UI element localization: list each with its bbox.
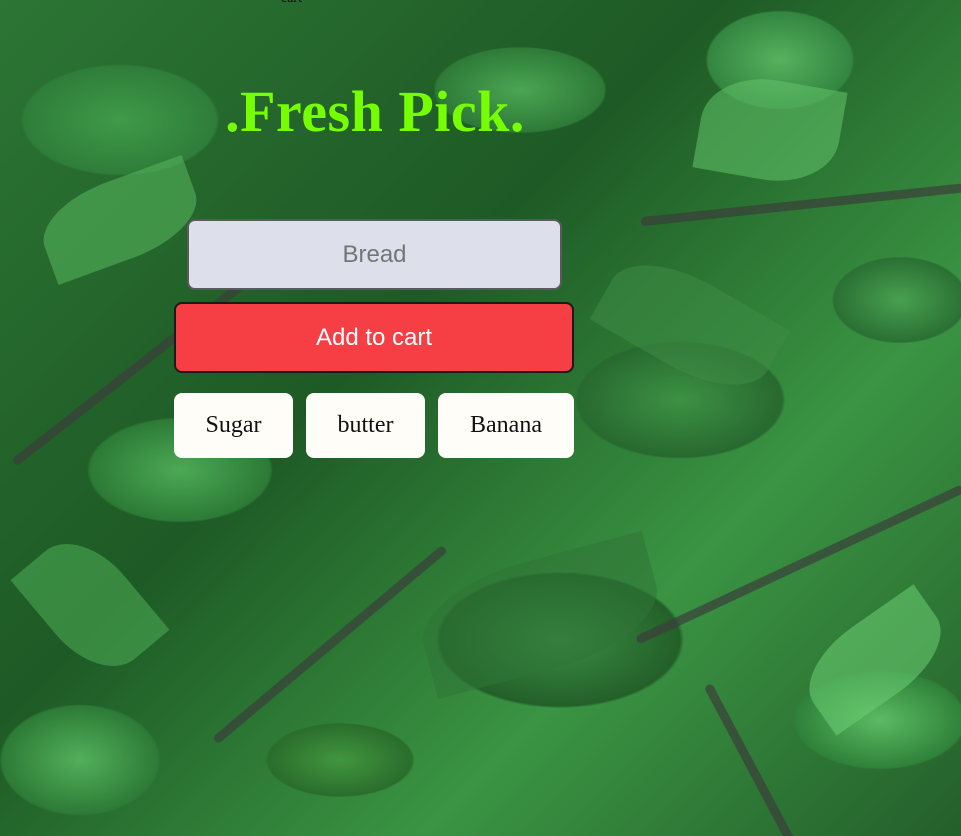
cart-item-sugar[interactable]: Sugar: [174, 393, 293, 458]
cart-item-banana[interactable]: Banana: [438, 393, 574, 458]
item-input[interactable]: [187, 219, 562, 290]
cart-link[interactable]: cart: [281, 0, 302, 7]
cart-item-list: Sugar butter Banana: [174, 393, 574, 458]
cart-item-butter[interactable]: butter: [306, 393, 425, 458]
page-title: .Fresh Pick.: [225, 79, 525, 144]
add-to-cart-button[interactable]: Add to cart: [174, 302, 574, 373]
